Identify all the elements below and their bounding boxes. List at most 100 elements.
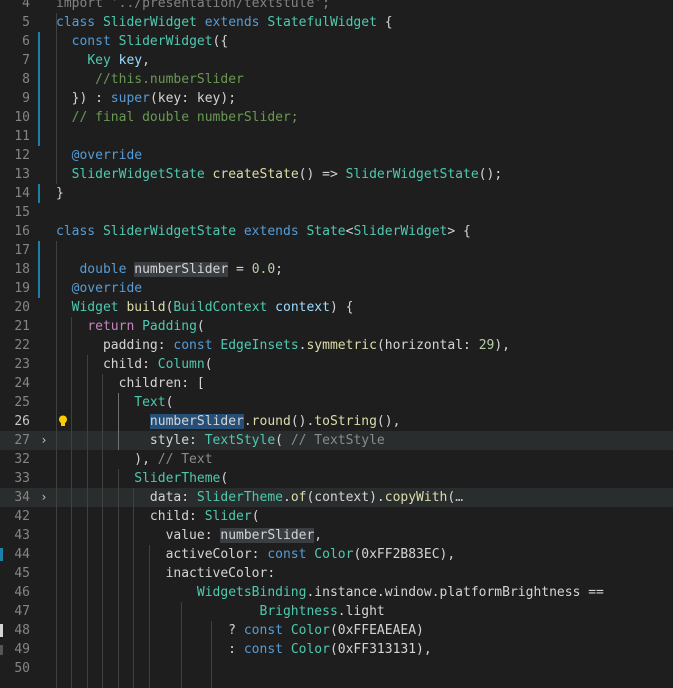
code-token: ( [165, 395, 174, 410]
chevron-right-icon[interactable]: › [38, 431, 50, 450]
code-text[interactable]: @override [56, 146, 142, 165]
code-text[interactable]: //this.numberSlider [56, 70, 244, 89]
code-line-8[interactable]: 8 //this.numberSlider [0, 70, 673, 89]
code-text[interactable]: Text( [56, 393, 173, 412]
code-line-17[interactable]: 17 [0, 241, 673, 260]
code-token: const [267, 547, 315, 562]
code-line-4[interactable]: 4 import '../presentation/textstule'; [0, 0, 673, 13]
code-line-50[interactable]: 50 [0, 659, 673, 678]
code-text[interactable]: : const Color(0xFF313131), [56, 640, 432, 659]
code-token: SliderWidgetState [345, 167, 479, 182]
code-text[interactable]: WidgetsBinding.instance.window.platformB… [56, 583, 604, 602]
code-line-33[interactable]: 33 SliderTheme( [0, 469, 673, 488]
code-token: symmetric [306, 338, 377, 353]
code-text[interactable]: child: Column( [56, 355, 213, 374]
code-line-24[interactable]: 24 children: [ [0, 374, 673, 393]
code-line-26[interactable]: 26 numberSlider.round().toString(), [0, 412, 673, 431]
code-line-16[interactable]: 16 class SliderWidgetState extends State<… [0, 222, 673, 241]
code-line-44[interactable]: 44 activeColor: const Color(0xFF2B83EC), [0, 545, 673, 564]
code-token: (). [290, 414, 315, 429]
indent-guide [56, 13, 57, 184]
code-text[interactable]: Brightness.light [56, 602, 385, 621]
code-text[interactable]: }) : super(key: key); [56, 89, 236, 108]
code-text[interactable]: value: numberSlider, [56, 526, 322, 545]
code-token: TextStyle [204, 433, 276, 448]
code-text[interactable]: return Padding( [56, 317, 205, 336]
code-token: createState [212, 167, 299, 182]
dirty-diff-bar[interactable] [38, 241, 40, 298]
code-line-15[interactable]: 15 [0, 203, 673, 222]
code-line-45[interactable]: 45 inactiveColor: [0, 564, 673, 583]
code-line-48[interactable]: 48 ? const Color(0xFFEAEAEA) [0, 621, 673, 640]
indent-guide [211, 621, 212, 688]
code-line-10[interactable]: 10 // final double numberSlider; [0, 108, 673, 127]
code-token: , [314, 528, 323, 543]
code-text[interactable]: activeColor: const Color(0xFF2B83EC), [56, 545, 456, 564]
code-text[interactable]: numberSlider.round().toString(), [56, 412, 400, 431]
line-number: 15 [14, 205, 30, 220]
code-line-19[interactable]: 19 @override [0, 279, 673, 298]
dirty-diff-bar[interactable] [38, 184, 40, 203]
code-text[interactable]: SliderWidgetState createState() => Slide… [56, 165, 503, 184]
indent-guide [71, 317, 72, 688]
code-line-12[interactable]: 12 @override [0, 146, 673, 165]
code-line-14[interactable]: 14} [0, 184, 673, 203]
code-token: .instance.window.platformBrightness == [306, 585, 604, 600]
code-token: ( [196, 319, 205, 334]
code-token: // Text [157, 452, 213, 467]
dirty-diff-bar[interactable] [38, 32, 40, 146]
code-token: const [243, 623, 291, 638]
code-text[interactable]: double numberSlider = 0.0; [56, 260, 283, 279]
code-text[interactable]: Key key, [56, 51, 150, 70]
code-line-13[interactable]: 13 SliderWidgetState createState() => Sl… [0, 165, 673, 184]
code-token: ; [275, 262, 283, 277]
code-text[interactable]: children: [ [56, 374, 205, 393]
code-line-47[interactable]: 47 Brightness.light [0, 602, 673, 621]
code-line-32[interactable]: 32 ), // Text [0, 450, 673, 469]
code-editor[interactable]: 4 import '../presentation/textstule'; 5 cla… [0, 0, 673, 688]
code-line-22[interactable]: 22 padding: const EdgeInsets.symmetric(h… [0, 336, 673, 355]
code-text[interactable]: @override [56, 279, 142, 298]
code-line-43[interactable]: 43 value: numberSlider, [0, 526, 673, 545]
code-line-21[interactable]: 21 return Padding( [0, 317, 673, 336]
code-text[interactable]: SliderTheme( [56, 469, 228, 488]
code-line-23[interactable]: 23 child: Column( [0, 355, 673, 374]
code-line-34[interactable]: 34 › data: SliderTheme.of(context).copyWi… [0, 488, 673, 507]
code-text[interactable]: const SliderWidget({ [56, 32, 229, 51]
code-text[interactable]: Widget build(BuildContext context) { [56, 298, 354, 317]
code-text[interactable]: class SliderWidgetState extends State<Sl… [56, 222, 471, 241]
code-line-46[interactable]: 46 WidgetsBinding.instance.window.platfo… [0, 583, 673, 602]
code-text[interactable]: } [56, 184, 64, 203]
code-token: … [455, 490, 464, 505]
code-text[interactable]: import '../presentation/textstule'; [56, 0, 330, 13]
code-token: (0xFF313131), [329, 642, 432, 657]
code-line-42[interactable]: 42 child: Slider( [0, 507, 673, 526]
line-number: 49 [14, 642, 30, 657]
code-text[interactable]: ), // Text [56, 450, 213, 469]
code-line-11[interactable]: 11 [0, 127, 673, 146]
code-token: children: [ [56, 376, 205, 391]
code-text[interactable]: padding: const EdgeInsets.symmetric(hori… [56, 336, 510, 355]
code-text[interactable]: class SliderWidget extends StatefulWidge… [56, 13, 393, 32]
code-text[interactable]: style: TextStyle( // TextStyle [56, 431, 385, 450]
line-number: 10 [14, 110, 30, 125]
code-line-18[interactable]: 18 double numberSlider = 0.0; [0, 260, 673, 279]
code-line-5[interactable]: 5 class SliderWidget extends StatefulWidg… [0, 13, 673, 32]
code-token: ( [251, 509, 260, 524]
code-text[interactable]: inactiveColor: [56, 564, 276, 583]
code-line-9[interactable]: 9 }) : super(key: key); [0, 89, 673, 108]
code-line-7[interactable]: 7 Key key, [0, 51, 673, 70]
code-token: SliderWidget [102, 15, 205, 30]
code-token: .light [337, 604, 385, 619]
code-line-25[interactable]: 25 Text( [0, 393, 673, 412]
code-text[interactable]: // final double numberSlider; [56, 108, 299, 127]
line-number: 11 [14, 129, 30, 144]
code-line-20[interactable]: 20 Widget build(BuildContext context) { [0, 298, 673, 317]
code-text[interactable]: ? const Color(0xFFEAEAEA) [56, 621, 424, 640]
code-line-6[interactable]: 6 const SliderWidget({ [0, 32, 673, 51]
chevron-right-icon[interactable]: › [38, 488, 50, 507]
code-line-27[interactable]: 27 › style: TextStyle( // TextStyle [0, 431, 673, 450]
code-line-49[interactable]: 49 : const Color(0xFF313131), [0, 640, 673, 659]
